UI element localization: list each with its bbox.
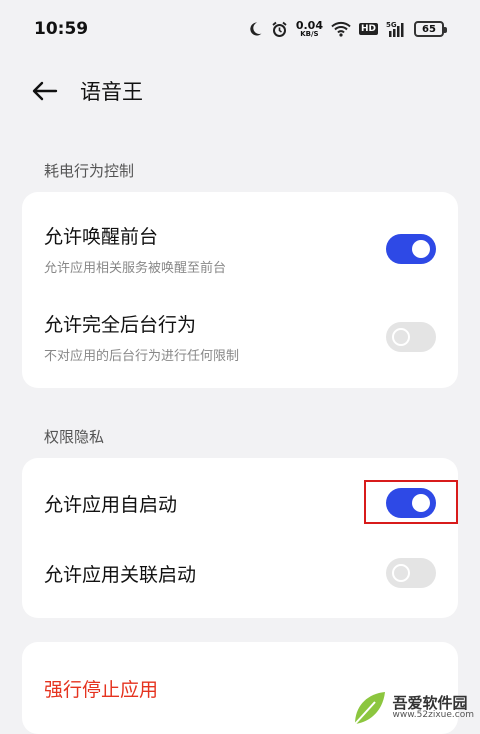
page-title: 语音王 [80,80,143,104]
watermark-text: 吾爱软件园 www.52zixue.com [393,695,474,721]
net-speed-unit: KB/S [300,30,319,38]
back-button[interactable] [30,76,60,106]
row-subtitle: 不对应用的后台行为进行任何限制 [44,349,240,364]
row-allow-full-background[interactable]: 允许完全后台行为 不对应用的后台行为进行任何限制 [22,300,458,374]
signal-label: 5G [386,21,397,29]
row-allow-associated-start[interactable]: 允许应用关联启动 [22,538,458,608]
watermark-name: 吾爱软件园 [392,693,468,712]
arrow-left-icon [32,81,58,101]
toggle-allow-associated-start[interactable] [386,558,436,588]
row-text: 允许完全后台行为 不对应用的后台行为进行任何限制 [44,310,239,364]
row-title: 允许应用自启动 [44,493,178,516]
status-time: 10:59 [34,19,89,39]
section-label-privacy: 权限隐私 [44,428,105,446]
row-subtitle: 允许应用相关服务被唤醒至前台 [44,261,227,276]
section-label-power: 耗电行为控制 [44,162,135,180]
moon-icon [247,21,263,37]
toggle-knob [392,328,410,346]
wifi-icon [331,21,351,37]
net-speed: 0.04 KB/S [296,20,323,38]
watermark-url: www.52zixue.com [392,710,474,721]
row-title: 允许应用关联启动 [44,563,197,586]
status-bar: 10:59 0.04 KB/S HD 5G 65 [0,0,480,58]
row-allow-wake-foreground[interactable]: 允许唤醒前台 允许应用相关服务被唤醒至前台 [22,212,458,286]
status-icons: 0.04 KB/S HD 5G 65 [247,20,447,38]
battery-level: 65 [422,23,436,35]
app-header: 语音王 [0,62,480,120]
signal-icon: 5G [386,21,406,37]
hd-badge: HD [358,23,378,35]
alarm-icon [271,21,288,38]
toggle-allow-wake-foreground[interactable] [386,234,436,264]
row-title: 允许完全后台行为 [44,314,197,336]
toggle-knob [392,564,410,582]
battery-icon: 65 [414,21,447,37]
leaf-logo-icon [353,692,385,725]
highlight-box [364,480,458,524]
row-text: 允许唤醒前台 允许应用相关服务被唤醒至前台 [44,222,226,276]
power-card: 允许唤醒前台 允许应用相关服务被唤醒至前台 允许完全后台行为 不对应用的后台行为… [22,192,458,388]
toggle-knob [412,240,430,258]
watermark: 吾爱软件园 www.52zixue.com [349,688,474,728]
toggle-allow-full-background[interactable] [386,322,436,352]
row-title: 允许唤醒前台 [44,226,159,248]
